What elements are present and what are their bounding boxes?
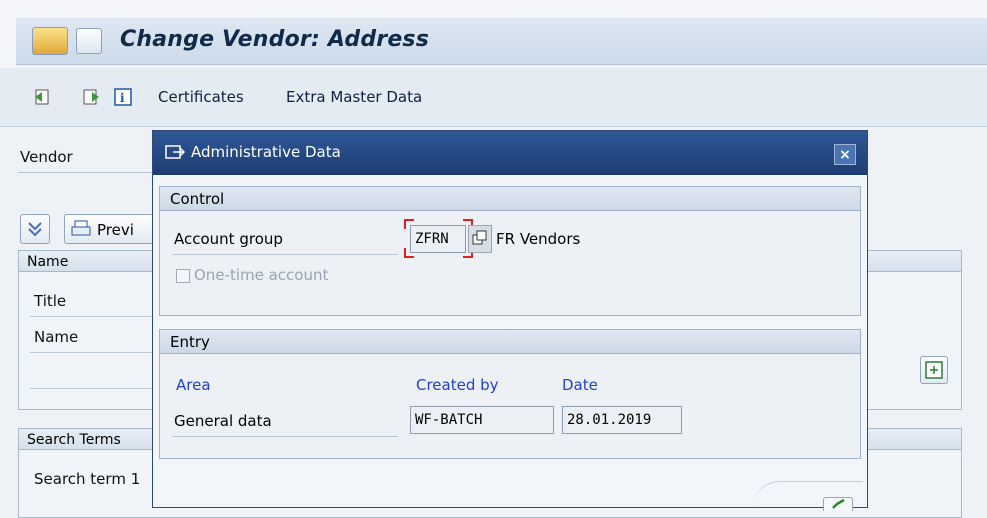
administrative-data-dialog: Administrative Data × Control Account gr… — [152, 130, 868, 511]
dialog-title-bar[interactable]: Administrative Data × — [153, 131, 867, 175]
date-field[interactable]: 28.01.2019 — [562, 406, 682, 434]
area-column-header: Area — [176, 376, 211, 394]
control-group: Control Account group ZFRN FR Vendors On… — [159, 186, 861, 316]
account-group-field[interactable]: ZFRN — [410, 225, 466, 253]
focus-marker — [404, 219, 414, 229]
entry-group: Entry Area Created by Date General data … — [159, 329, 861, 459]
created-by-column-header: Created by — [416, 376, 499, 394]
account-group-label: Account group — [174, 230, 283, 248]
dialog-title: Administrative Data — [191, 143, 341, 161]
application-toolbar — [0, 68, 987, 127]
printer-icon — [71, 220, 91, 238]
close-icon[interactable]: × — [834, 144, 856, 165]
expand-name-icon[interactable] — [920, 356, 948, 384]
menu-dropdown-icon[interactable] — [76, 28, 102, 54]
continue-icon[interactable] — [823, 497, 853, 511]
info-icon[interactable]: i — [114, 88, 132, 106]
dialog-window-icon — [165, 145, 185, 161]
general-data-label: General data — [174, 412, 272, 430]
expand-icon[interactable] — [20, 214, 50, 244]
one-time-account-checkbox[interactable] — [176, 269, 190, 283]
vendor-label: Vendor — [20, 148, 73, 166]
print-preview-button[interactable]: Previ — [64, 214, 154, 244]
extra-master-data-button[interactable]: Extra Master Data — [286, 88, 422, 106]
certificates-button[interactable]: Certificates — [158, 88, 244, 106]
previous-object-icon[interactable] — [34, 88, 52, 106]
date-column-header: Date — [562, 376, 598, 394]
title-bar: Change Vendor: Address — [0, 0, 987, 68]
page-title: Change Vendor: Address — [120, 27, 430, 52]
one-time-account-label: One-time account — [194, 266, 329, 284]
name-label: Name — [34, 328, 79, 346]
search-term-label: Search term 1 — [34, 470, 141, 488]
sap-menu-icon[interactable] — [32, 27, 68, 55]
svg-text:i: i — [120, 91, 125, 105]
copy-icon[interactable] — [468, 225, 492, 253]
control-group-header: Control — [160, 187, 860, 211]
title-label: Title — [34, 292, 67, 310]
created-by-field[interactable]: WF-BATCH — [410, 406, 554, 434]
divider — [18, 172, 152, 173]
next-object-icon[interactable] — [82, 88, 100, 106]
account-group-description: FR Vendors — [496, 230, 581, 248]
entry-group-header: Entry — [160, 330, 860, 354]
